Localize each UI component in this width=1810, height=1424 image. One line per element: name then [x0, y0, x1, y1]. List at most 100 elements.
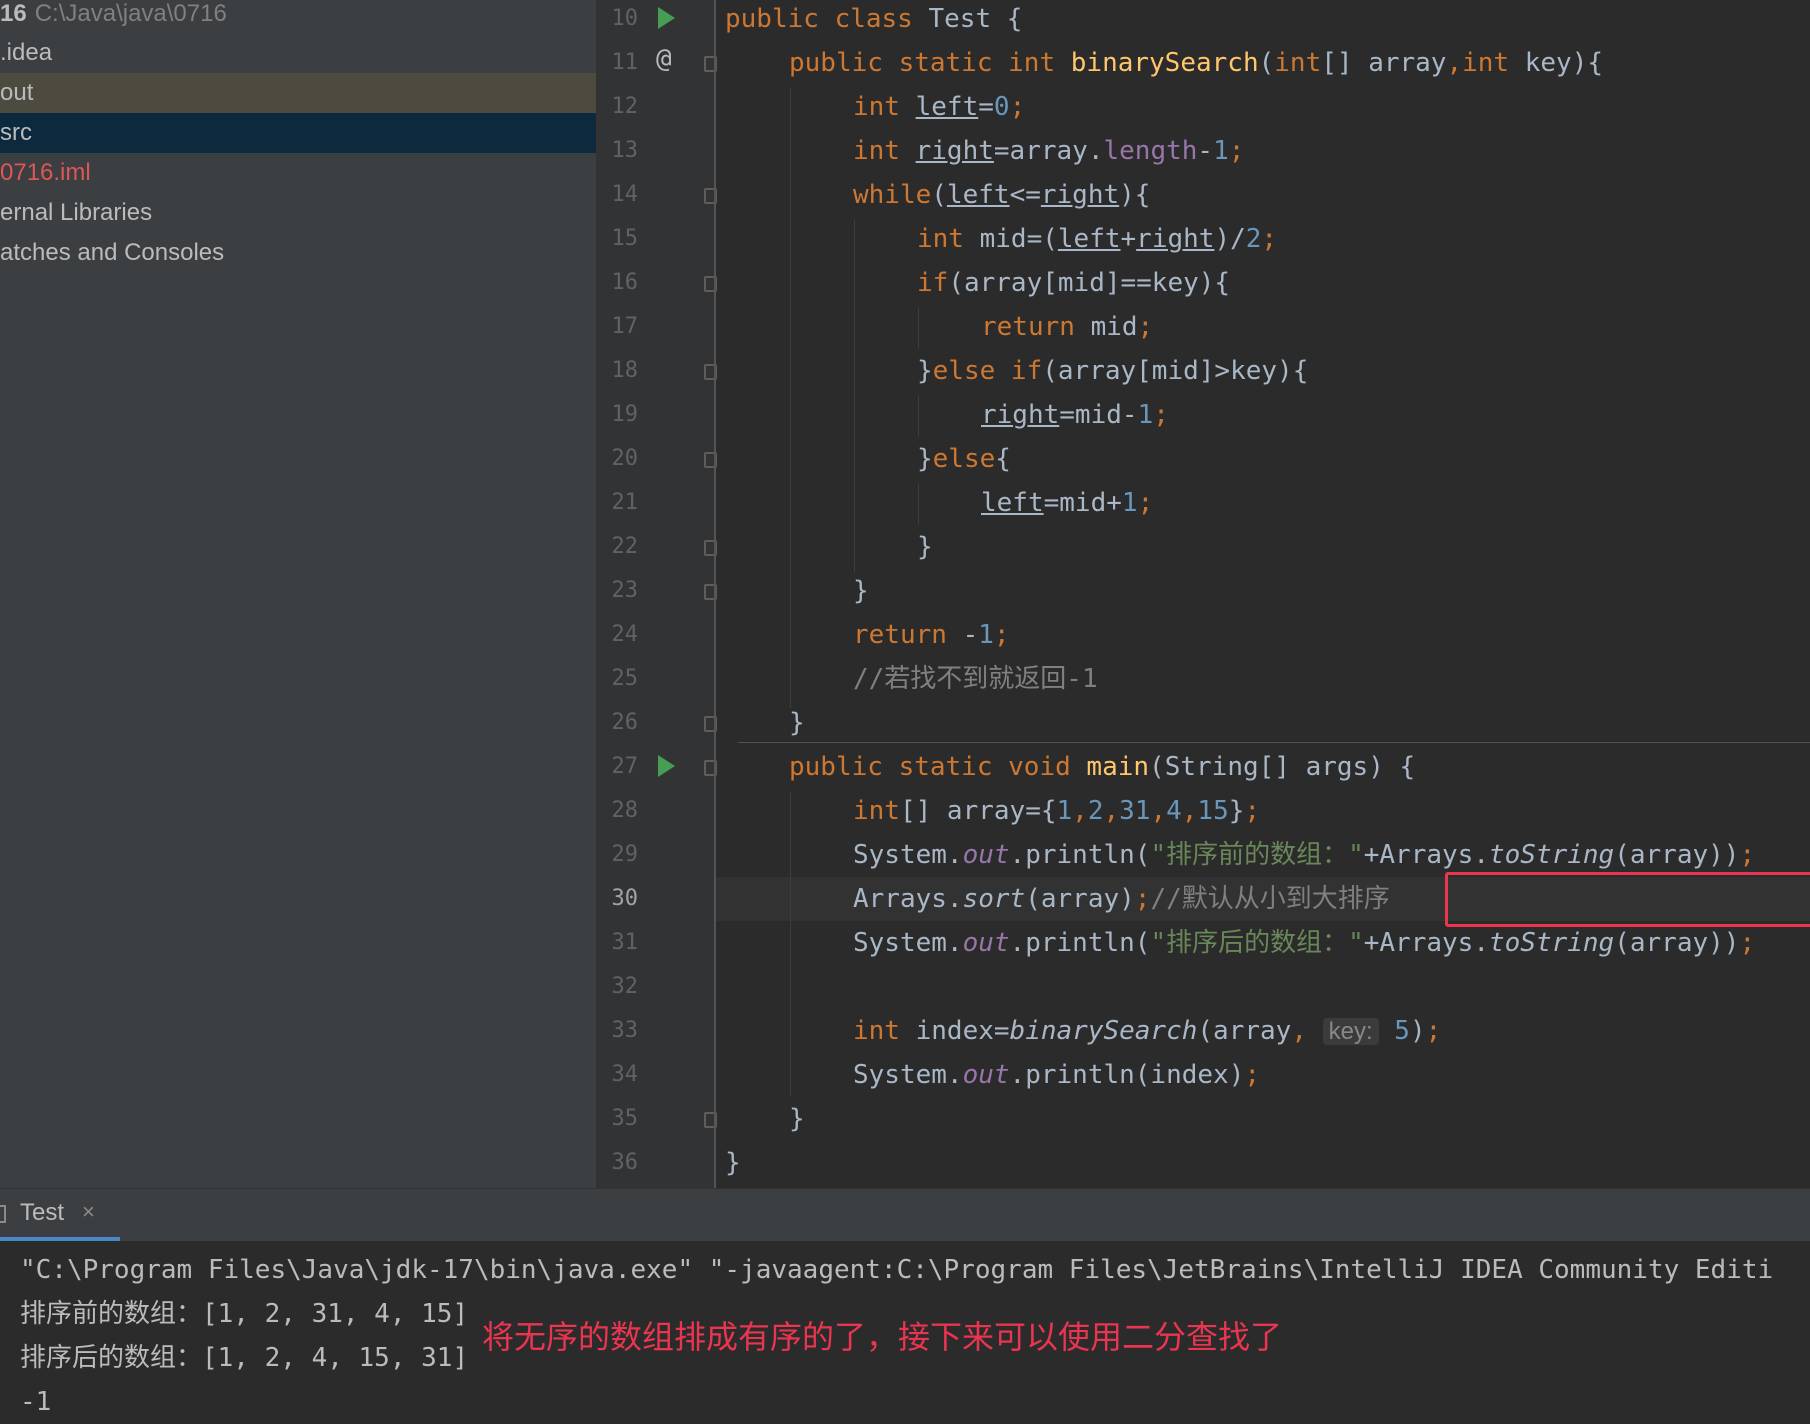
code-token: return [981, 312, 1075, 342]
code-token: 2 [1245, 224, 1262, 254]
code-token: Arrays. [853, 884, 963, 914]
line-number: 21 [611, 490, 639, 515]
code-token: [] array [1321, 48, 1447, 78]
line-number: 23 [611, 578, 639, 603]
code-token: 31 [1119, 796, 1151, 826]
code-token: left [915, 92, 979, 122]
code-line-15[interactable]: int mid=(left+right)/2; [917, 220, 1277, 264]
code-token: left [981, 488, 1044, 518]
code-token: (array)) [1614, 840, 1740, 870]
line-number: 22 [611, 534, 639, 559]
code-token: return [853, 620, 947, 650]
tree-item-external-libraries[interactable]: ernal Libraries [0, 193, 596, 233]
code-token: ; [1739, 928, 1756, 958]
code-token: else [932, 444, 996, 474]
code-token: (array[mid]>key){ [1042, 356, 1309, 386]
code-token: (array)) [1614, 928, 1740, 958]
run-main-icon[interactable] [658, 755, 675, 777]
code-line-28[interactable]: int[] array={1,2,31,4,15}; [853, 792, 1260, 836]
code-line-18[interactable]: }else if(array[mid]>key){ [917, 352, 1308, 396]
tree-item-iml[interactable]: 0716.iml [0, 153, 596, 193]
code-token: "排序前的数组：" [1150, 840, 1364, 870]
run-tab[interactable]: Test × [0, 1189, 120, 1241]
code-line-20[interactable]: }else{ [917, 440, 1011, 484]
code-token: (array) [1025, 884, 1135, 914]
code-editor[interactable]: 10 11 12 13 14 15 16 17 18 19 20 21 22 2… [598, 0, 1810, 1188]
code-line-10[interactable]: public class Test { [725, 0, 1022, 44]
code-token: =mid+ [1043, 488, 1122, 518]
tree-item-idea[interactable]: .idea [0, 33, 596, 73]
code-line-25[interactable]: //若找不到就返回-1 [853, 660, 1098, 704]
code-line-30[interactable]: Arrays.sort(array);//默认从小到大排序 [853, 880, 1390, 924]
code-line-21[interactable]: left=mid+1; [981, 484, 1153, 528]
tree-item-scratches[interactable]: atches and Consoles [0, 233, 596, 273]
active-tab-indicator [0, 1237, 120, 1241]
code-line-22[interactable]: } [917, 528, 933, 572]
code-token: 4 [1166, 796, 1182, 826]
line-number: 24 [611, 622, 639, 647]
code-line-27[interactable]: public static void main(String[] args) { [789, 748, 1415, 792]
tree-item-label: src [0, 119, 32, 146]
tree-item-label: 0716.iml [0, 159, 91, 186]
tree-item-out[interactable]: out [0, 73, 596, 113]
code-line-23[interactable]: } [853, 572, 869, 616]
gutter-border [714, 0, 716, 1188]
code-token: +Arrays. [1363, 840, 1489, 870]
code-token: [] array={ [899, 796, 1057, 826]
code-token: , [1446, 48, 1463, 78]
code-line-17[interactable]: return mid; [981, 308, 1153, 352]
code-token: 1 [1056, 796, 1073, 826]
console-output-line: -1 [20, 1387, 52, 1417]
line-number: 34 [611, 1062, 639, 1087]
code-token: ; [1244, 796, 1261, 826]
code-token: int [853, 1016, 900, 1046]
code-token: .println( [1009, 840, 1151, 870]
line-number: 29 [611, 842, 639, 867]
code-token: right [1136, 224, 1215, 254]
annotation-text: 将无序的数组排成有序的了，接下来可以使用二分查找了 [482, 1319, 1283, 1355]
close-icon[interactable]: × [82, 1199, 95, 1225]
code-line-24[interactable]: return -1; [853, 616, 1010, 660]
code-line-36[interactable]: } [725, 1144, 741, 1188]
code-line-14[interactable]: while(left<=right){ [853, 176, 1150, 220]
run-class-icon[interactable] [658, 7, 675, 29]
code-token: ( [1258, 48, 1275, 78]
code-token: toString [1488, 840, 1615, 870]
run-panel-header: Test × [0, 1188, 1810, 1241]
line-number: 17 [611, 314, 639, 339]
tree-item-src[interactable]: src [0, 113, 596, 153]
console-output-line: "C:\Program Files\Java\jdk-17\bin\java.e… [20, 1255, 1774, 1285]
code-line-11[interactable]: public static int binarySearch(int[] arr… [789, 44, 1603, 88]
code-line-12[interactable]: int left=0; [853, 88, 1025, 132]
code-token: mid [1074, 312, 1138, 342]
code-token: , [1150, 796, 1167, 826]
editor-gutter[interactable]: 10 11 12 13 14 15 16 17 18 19 20 21 22 2… [598, 0, 717, 1188]
console-output-line: 排序后的数组：[1, 2, 4, 15, 31] [20, 1343, 469, 1373]
code-line-31[interactable]: System.out.println("排序后的数组："+Arrays.toSt… [853, 924, 1755, 968]
code-line-33[interactable]: int index=binarySearch(array, key: 5); [853, 1012, 1441, 1056]
code-token: while [853, 180, 932, 210]
code-line-34[interactable]: System.out.println(index); [853, 1056, 1260, 1100]
code-token: (array[mid]==key){ [948, 268, 1231, 298]
code-line-35[interactable]: } [789, 1100, 805, 1144]
code-token: { [995, 444, 1011, 474]
code-token: } [917, 444, 933, 474]
line-number: 32 [611, 974, 639, 999]
line-number: 14 [611, 182, 639, 207]
code-line-19[interactable]: right=mid-1; [981, 396, 1169, 440]
code-line-26[interactable]: } [789, 704, 805, 748]
code-token: + [1120, 224, 1137, 254]
line-number: 19 [611, 402, 639, 427]
run-tab-label: Test [20, 1199, 65, 1226]
code-token: int [1274, 48, 1322, 78]
code-token: out [962, 1060, 1010, 1090]
code-token: index= [899, 1016, 1010, 1046]
override-at-icon[interactable]: @ [656, 44, 672, 74]
tree-item-label: atches and Consoles [0, 239, 225, 266]
code-line-16[interactable]: if(array[mid]==key){ [917, 264, 1230, 308]
project-root[interactable]: 16 C:\Java\java\0716 [0, 0, 596, 34]
code-token: "排序后的数组：" [1150, 928, 1364, 958]
code-token: public class [725, 4, 913, 34]
code-line-13[interactable]: int right=array.length-1; [853, 132, 1244, 176]
line-number: 26 [611, 710, 639, 735]
